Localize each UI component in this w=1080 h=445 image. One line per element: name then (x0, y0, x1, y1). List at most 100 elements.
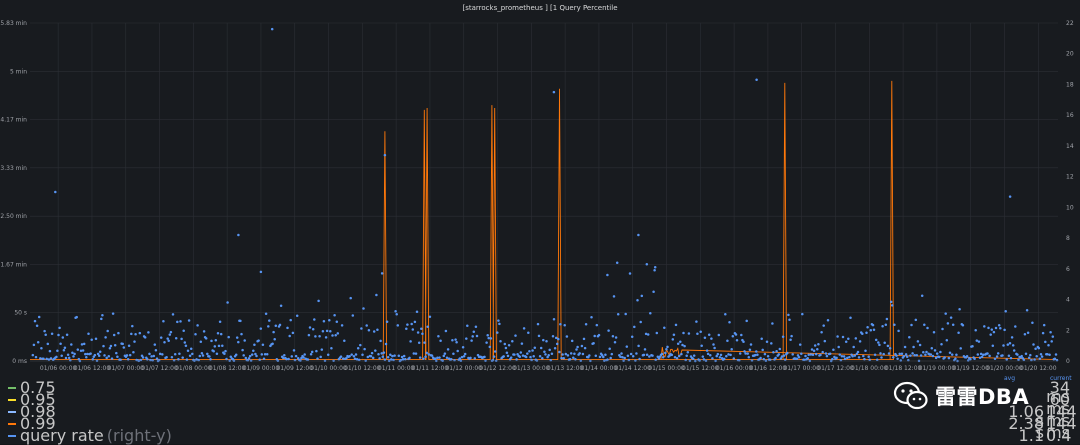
series-line-p99 (30, 80, 1059, 361)
query-rate-point (797, 356, 801, 359)
query-rate-point (394, 310, 397, 313)
query-rate-point (76, 348, 80, 351)
query-rate-point (624, 312, 627, 316)
query-rate-point (1037, 346, 1041, 350)
query-rate-point (331, 334, 334, 337)
query-rate-point (488, 345, 492, 349)
query-rate-point (486, 334, 489, 337)
x-tick-label: 01/06 00:00 (40, 365, 77, 372)
query-rate-point (104, 336, 107, 339)
query-rate-point (452, 352, 455, 356)
query-rate-point (439, 339, 442, 343)
query-rate-point (931, 354, 935, 358)
query-rate-point (474, 325, 478, 328)
query-rate-point (306, 358, 310, 361)
query-rate-point (54, 190, 57, 194)
x-tick-label: 01/08 12:00 (209, 365, 246, 372)
query-rate-point (472, 330, 476, 334)
query-rate-point (471, 335, 474, 338)
query-rate-point (991, 344, 995, 347)
query-rate-point (666, 345, 669, 349)
x-tick-label: 01/15 00:00 (648, 365, 685, 372)
query-rate-point (188, 354, 192, 358)
query-rate-point (924, 353, 927, 356)
query-rate-point (543, 350, 546, 354)
query-rate-point (558, 350, 561, 354)
query-rate-point (413, 320, 417, 324)
query-rate-point (888, 347, 892, 350)
query-rate-point (966, 359, 970, 362)
query-rate-point (255, 354, 258, 358)
query-rate-point (132, 351, 135, 354)
query-rate-point (920, 294, 924, 298)
query-rate-point (455, 340, 458, 344)
query-rate-point (121, 342, 124, 346)
query-rate-point (242, 354, 245, 357)
query-rate-point (402, 354, 406, 358)
query-rate-point (863, 357, 866, 361)
query-rate-point (217, 344, 221, 348)
query-rate-point (397, 354, 401, 358)
query-rate-point (433, 357, 437, 360)
query-rate-point (873, 353, 877, 356)
query-rate-point (446, 348, 450, 351)
query-rate-point (919, 354, 923, 357)
x-tick-label: 01/13 00:00 (513, 365, 550, 372)
query-rate-point (470, 339, 473, 342)
legend-row[interactable]: query rate (right-y) 1.1 0.4 (8, 428, 1071, 444)
query-rate-point (994, 326, 998, 330)
query-rate-point (691, 357, 695, 360)
query-rate-point (957, 331, 960, 334)
query-rate-point (973, 357, 976, 361)
query-rate-point (981, 353, 985, 357)
query-rate-point (146, 357, 149, 361)
query-rate-point (918, 343, 922, 347)
query-rate-point (125, 354, 129, 357)
query-rate-point (635, 352, 638, 355)
query-rate-point (106, 329, 109, 333)
query-rate-point (545, 339, 548, 343)
query-rate-point (884, 323, 888, 326)
query-rate-point (377, 352, 380, 356)
query-rate-point (225, 357, 228, 361)
query-rate-point (552, 90, 556, 94)
query-rate-point (273, 337, 276, 341)
query-rate-point (253, 343, 256, 346)
y-right-tick-label: 18 (1066, 81, 1074, 88)
query-rate-point (302, 356, 305, 359)
query-rate-point (768, 358, 772, 362)
query-rate-point (187, 319, 191, 322)
query-rate-point (1042, 323, 1046, 327)
query-rate-point (349, 296, 352, 300)
query-rate-point (371, 356, 375, 360)
legend-swatch (8, 399, 16, 401)
query-rate-point (544, 353, 547, 356)
query-rate-point (865, 331, 868, 334)
query-rate-point (629, 352, 633, 356)
query-rate-point (910, 323, 913, 327)
query-rate-point (348, 354, 351, 358)
query-rate-point (555, 342, 559, 346)
query-rate-point (270, 27, 274, 31)
query-rate-point (654, 358, 657, 362)
query-rate-point (194, 333, 197, 336)
query-rate-point (33, 319, 37, 323)
query-rate-point (726, 339, 729, 343)
query-rate-point (734, 333, 738, 336)
query-rate-point (428, 315, 432, 318)
query-rate-point (31, 353, 35, 357)
query-rate-point (422, 357, 425, 360)
query-rate-point (485, 341, 488, 344)
y-right-tick-label: 14 (1066, 143, 1074, 150)
query-rate-point (103, 354, 106, 357)
query-rate-point (606, 358, 609, 361)
query-rate-point (674, 323, 678, 327)
query-rate-point (55, 355, 58, 359)
query-rate-point (862, 354, 865, 358)
query-rate-point (496, 331, 499, 334)
query-rate-point (94, 337, 98, 341)
query-rate-point (990, 328, 994, 331)
query-rate-point (1027, 356, 1031, 359)
x-tick-label: 01/10 00:00 (310, 365, 347, 372)
query-rate-point (665, 348, 668, 351)
